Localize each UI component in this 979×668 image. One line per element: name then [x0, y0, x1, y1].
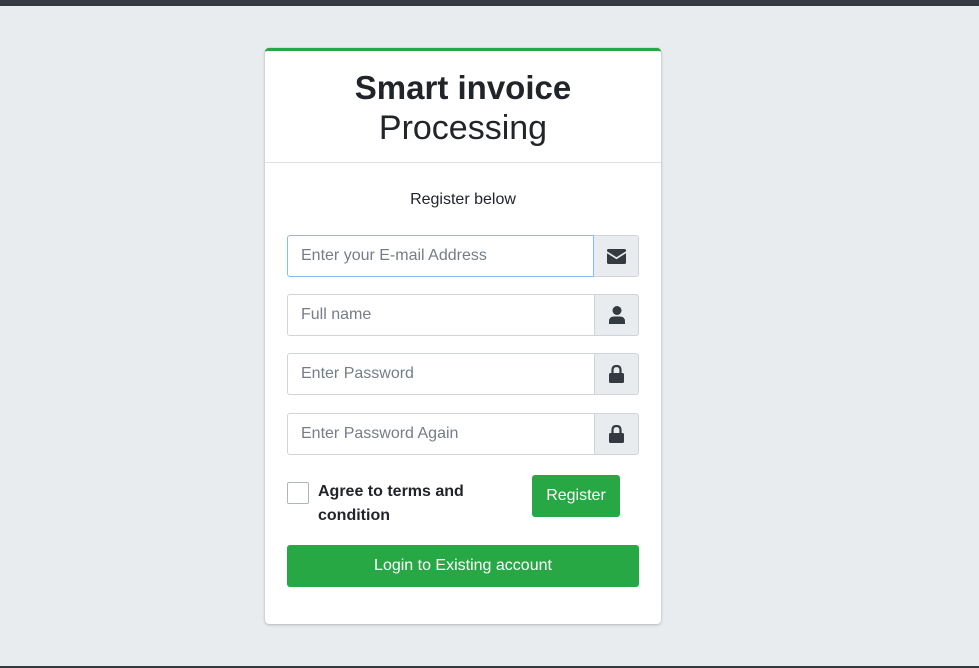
login-existing-button[interactable]: Login to Existing account: [287, 545, 639, 587]
register-message: Register below: [410, 191, 516, 208]
fullname-input[interactable]: [287, 294, 595, 336]
password-again-group: [287, 413, 639, 455]
password-group: [287, 353, 639, 395]
app-subtitle: Processing: [378, 109, 548, 147]
envelope-icon: [606, 248, 626, 264]
password-again-addon: [595, 413, 639, 455]
fullname-addon: [595, 294, 639, 336]
register-card: Smart invoice Processing Register below: [265, 48, 661, 624]
lock-icon: [609, 365, 624, 383]
password-addon: [595, 353, 639, 395]
app-title: Smart invoice: [354, 69, 572, 106]
agree-terms: Agree to terms and condition: [287, 480, 488, 528]
password-again-input[interactable]: [287, 413, 595, 455]
agree-checkbox[interactable]: [287, 482, 309, 504]
password-input[interactable]: [287, 353, 595, 395]
email-input[interactable]: [287, 235, 594, 277]
email-addon: [594, 235, 639, 277]
card-header: Smart invoice Processing: [265, 51, 661, 163]
fullname-group: [287, 294, 639, 336]
user-icon: [608, 306, 625, 324]
email-group: [287, 235, 639, 277]
register-button[interactable]: Register: [532, 475, 620, 517]
agree-label[interactable]: Agree to terms and condition: [318, 480, 488, 528]
top-bar: [0, 0, 979, 6]
lock-icon: [609, 425, 624, 443]
